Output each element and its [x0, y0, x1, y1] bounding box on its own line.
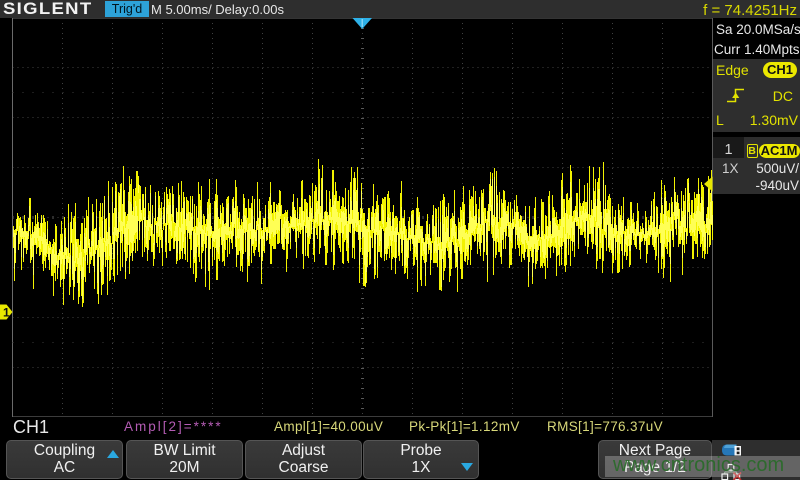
svg-text:1: 1: [3, 306, 10, 320]
